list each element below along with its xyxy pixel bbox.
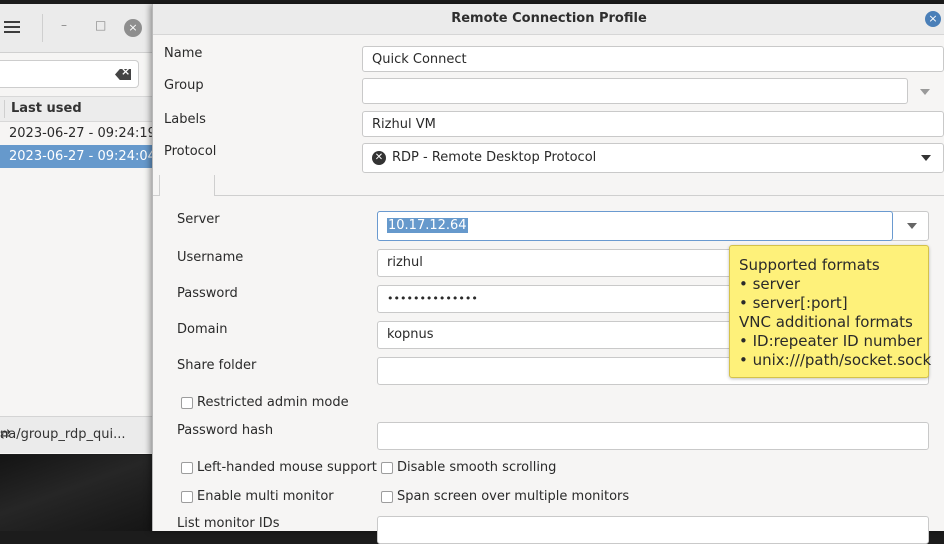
- restricted-admin-label: Restricted admin mode: [197, 395, 349, 410]
- username-value: rizhul: [387, 255, 423, 270]
- dialog-titlebar: Remote Connection Profile ×: [153, 4, 944, 35]
- password-value: ••••••••••••••: [387, 292, 478, 305]
- name-label: Name: [164, 46, 203, 61]
- domain-value: kopnus: [387, 327, 434, 342]
- labels-field[interactable]: Rizhul VM: [362, 111, 944, 137]
- server-label: Server: [177, 212, 220, 227]
- header-bar: – □ ×: [0, 4, 152, 53]
- column-last-used[interactable]: Last used: [11, 101, 82, 116]
- status-bar: na/group_rdp_qui... ⇄: [0, 416, 152, 453]
- remote-connection-profile-dialog: Remote Connection Profile × Name Quick C…: [152, 4, 944, 544]
- protocol-dropdown-icon[interactable]: [921, 155, 931, 161]
- disable-smooth-scrolling-label: Disable smooth scrolling: [397, 460, 557, 475]
- disable-smooth-scrolling-checkbox[interactable]: [381, 462, 393, 474]
- minimize-button[interactable]: –: [61, 18, 67, 32]
- table-header[interactable]: Last used: [0, 96, 152, 122]
- tooltip-line: • unix:///path/socket.sock: [739, 351, 932, 369]
- tab-bar: [153, 175, 944, 196]
- protocol-label: Protocol: [164, 144, 217, 159]
- server-format-tooltip: Supported formats • server • server[:por…: [729, 245, 932, 378]
- protocol-value: RDP - Remote Desktop Protocol: [392, 150, 597, 165]
- last-used-cell: 2023-06-27 - 09:24:19: [9, 126, 156, 141]
- left-handed-label: Left-handed mouse support: [197, 460, 377, 475]
- password-hash-field[interactable]: [377, 422, 929, 450]
- close-window-button[interactable]: ×: [124, 19, 142, 37]
- header-separator: [42, 14, 43, 42]
- share-folder-label: Share folder: [177, 358, 257, 373]
- table-row-selected[interactable]: 2023-06-27 - 09:24:04: [0, 145, 156, 168]
- password-hash-label: Password hash: [177, 423, 274, 438]
- column-separator: [4, 100, 5, 118]
- last-used-cell: 2023-06-27 - 09:24:04: [9, 149, 156, 164]
- tooltip-line: VNC additional formats: [739, 313, 913, 331]
- menu-icon[interactable]: [0, 16, 26, 40]
- tab-basic[interactable]: [159, 175, 215, 196]
- name-value: Quick Connect: [372, 52, 467, 67]
- password-label: Password: [177, 286, 238, 301]
- tooltip-line: • server: [739, 275, 801, 293]
- labels-value: Rizhul VM: [372, 117, 436, 132]
- clear-search-icon[interactable]: [115, 69, 131, 80]
- dialog-close-button[interactable]: ×: [925, 11, 941, 27]
- swap-icon[interactable]: ⇄: [0, 427, 11, 442]
- tooltip-line: • ID:repeater ID number: [739, 332, 922, 350]
- labels-label: Labels: [164, 112, 206, 127]
- multi-monitor-checkbox[interactable]: [181, 491, 193, 503]
- multi-monitor-label: Enable multi monitor: [197, 489, 334, 504]
- monitor-ids-label: List monitor IDs: [177, 516, 280, 531]
- span-screen-label: Span screen over multiple monitors: [397, 489, 630, 504]
- left-handed-checkbox[interactable]: [181, 462, 193, 474]
- dialog-title: Remote Connection Profile: [451, 11, 647, 26]
- main-window: – □ × Last used 2023-06-27 - 09:24:19 20…: [0, 4, 156, 454]
- span-screen-checkbox[interactable]: [381, 491, 393, 503]
- tooltip-line: Supported formats: [739, 256, 880, 274]
- server-value: 10.17.12.64: [387, 218, 468, 233]
- group-dropdown-icon[interactable]: [920, 89, 930, 95]
- maximize-button[interactable]: □: [95, 18, 106, 32]
- search-input[interactable]: [0, 60, 139, 88]
- server-input[interactable]: 10.17.12.64: [377, 211, 893, 241]
- rdp-icon: ✕: [372, 151, 386, 165]
- server-combo[interactable]: 10.17.12.64: [377, 211, 929, 241]
- username-label: Username: [177, 250, 244, 265]
- tooltip-line: • server[:port]: [739, 294, 848, 312]
- group-field[interactable]: [362, 78, 908, 104]
- protocol-select[interactable]: ✕ RDP - Remote Desktop Protocol: [362, 143, 944, 173]
- group-label: Group: [164, 78, 204, 93]
- domain-label: Domain: [177, 322, 228, 337]
- desktop-background: [0, 455, 152, 531]
- status-text: na/group_rdp_qui...: [0, 427, 126, 442]
- monitor-ids-field[interactable]: [377, 516, 929, 544]
- restricted-admin-checkbox[interactable]: [181, 397, 193, 409]
- table-row[interactable]: 2023-06-27 - 09:24:19: [0, 122, 156, 145]
- name-field[interactable]: Quick Connect: [362, 46, 944, 72]
- server-dropdown-icon[interactable]: [907, 223, 917, 229]
